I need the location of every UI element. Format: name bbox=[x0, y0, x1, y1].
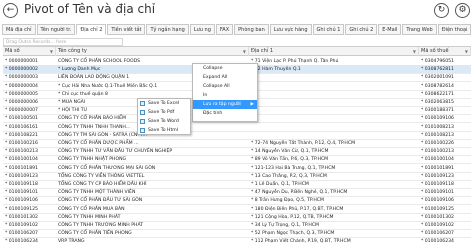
table-cell: * 0100106234 bbox=[421, 239, 454, 243]
tab-8[interactable]: Lưu vực hàng bbox=[269, 24, 312, 35]
tab-3[interactable]: Tiền viết tắt bbox=[107, 24, 146, 35]
table-row[interactable]: * 0100106234 VRP TRANG * 112 Phạm Viết Chá… bbox=[3, 237, 471, 243]
context-menu: Collapse Expand All Collapse All In Lưu ra t… bbox=[192, 63, 258, 122]
context-menu-item[interactable]: Đặc tính bbox=[193, 109, 257, 118]
export-menu-item[interactable]: Save To Excel bbox=[138, 99, 190, 108]
table-cell: VRP TRANG bbox=[58, 239, 85, 243]
context-menu-item[interactable]: In bbox=[193, 91, 257, 100]
settings-icon[interactable]: ⚙ bbox=[455, 3, 470, 18]
column-header-label: Tên công ty bbox=[58, 48, 87, 54]
menu-item-label: Save To Html bbox=[148, 128, 179, 133]
column-header-dia-chi-1[interactable]: Địa chỉ 1 ▼ bbox=[249, 47, 419, 56]
menu-item-label: Collapse All bbox=[203, 84, 230, 89]
table-cell: * 112 Phạm Viết Chánh, P.19, Q.BT, TP.HC… bbox=[251, 239, 351, 243]
tab-2[interactable]: Địa chỉ 2 bbox=[76, 24, 107, 35]
column-header-label: Mã số bbox=[5, 48, 20, 54]
filter-dropdown-icon[interactable]: ▼ bbox=[465, 47, 468, 56]
column-header-ten-cong-ty[interactable]: Tên công ty ▼ bbox=[56, 47, 249, 56]
export-file-icon bbox=[140, 119, 145, 124]
tab-0[interactable]: Mã địa chỉ bbox=[2, 24, 36, 35]
page-title: Pivot of Tên và địa chỉ bbox=[24, 2, 156, 16]
export-menu-item[interactable]: Save To Pdf bbox=[138, 108, 190, 117]
filter-dropdown-icon[interactable]: ▼ bbox=[50, 47, 53, 56]
column-header-ma-so-thue[interactable]: Mã số thuế ▼ bbox=[419, 47, 471, 56]
menu-item-label: Save To Excel bbox=[148, 101, 180, 106]
refresh-icon[interactable]: ↻ bbox=[434, 3, 449, 18]
column-header-ma-so[interactable]: Mã số ▼ bbox=[3, 47, 56, 56]
tab-1[interactable]: Tên người tr. bbox=[36, 24, 76, 35]
export-submenu: Save To Excel Save To Pdf Save To Word Save… bbox=[137, 98, 191, 135]
export-file-icon bbox=[140, 128, 145, 133]
tab-13[interactable]: Điện thoại bbox=[437, 24, 472, 35]
context-menu-item[interactable]: Expand All bbox=[193, 73, 257, 82]
export-file-icon bbox=[140, 110, 145, 115]
tab-4[interactable]: Tỷ ngắn hạng bbox=[146, 24, 189, 35]
tab-5[interactable]: Lưu ng bbox=[189, 24, 215, 35]
tab-7[interactable]: Phòng ban bbox=[234, 24, 269, 35]
menu-item-label: Expand All bbox=[203, 75, 228, 80]
grid-header: Mã số ▼ Tên công ty ▼ Địa chỉ 1 ▼ Mã số thu… bbox=[3, 47, 471, 56]
menu-item-label: Collapse bbox=[203, 66, 223, 71]
table-cell: * 0100106234 bbox=[5, 239, 38, 243]
title-bar: ← Pivot of Tên và địa chỉ ↻ ⚙ bbox=[0, 0, 474, 22]
menu-item-label: Đặc tính bbox=[203, 111, 223, 116]
export-menu-item[interactable]: Save To Word bbox=[138, 117, 190, 126]
menu-item-label: In bbox=[203, 93, 208, 98]
export-menu-item[interactable]: Save To Html bbox=[138, 126, 190, 135]
context-menu-item[interactable]: Collapse All bbox=[193, 82, 257, 91]
column-header-label: Địa chỉ 1 bbox=[251, 48, 273, 54]
chevron-right-icon: ▶ bbox=[250, 102, 254, 107]
menu-item-label: Lưu ra tập người bbox=[203, 102, 241, 107]
column-tabs: Mã địa chỉ Tên người tr. Địa chỉ 2 Tiền viế… bbox=[2, 24, 472, 36]
tab-9[interactable]: Ghi chú 1 bbox=[312, 24, 345, 35]
context-menu-item[interactable]: Lưu ra tập người ▶ bbox=[193, 100, 257, 109]
menu-item-label: Save To Pdf bbox=[148, 110, 175, 115]
filter-dropdown-icon[interactable]: ▼ bbox=[413, 47, 416, 56]
context-menu-item[interactable]: Collapse bbox=[193, 64, 257, 73]
tab-11[interactable]: E-Mail bbox=[378, 24, 402, 35]
search-input[interactable]: Drag Outra Records... here bbox=[3, 38, 123, 46]
back-arrow-icon[interactable]: ← bbox=[3, 3, 18, 18]
tab-6[interactable]: FAX bbox=[215, 24, 234, 35]
tab-12[interactable]: Trang Web bbox=[402, 24, 437, 35]
tab-10[interactable]: Ghi chú 2 bbox=[345, 24, 378, 35]
export-file-icon bbox=[140, 101, 145, 106]
filter-dropdown-icon[interactable]: ▼ bbox=[243, 47, 246, 56]
menu-item-label: Save To Word bbox=[148, 119, 179, 124]
column-header-label: Mã số thuế bbox=[421, 48, 449, 54]
